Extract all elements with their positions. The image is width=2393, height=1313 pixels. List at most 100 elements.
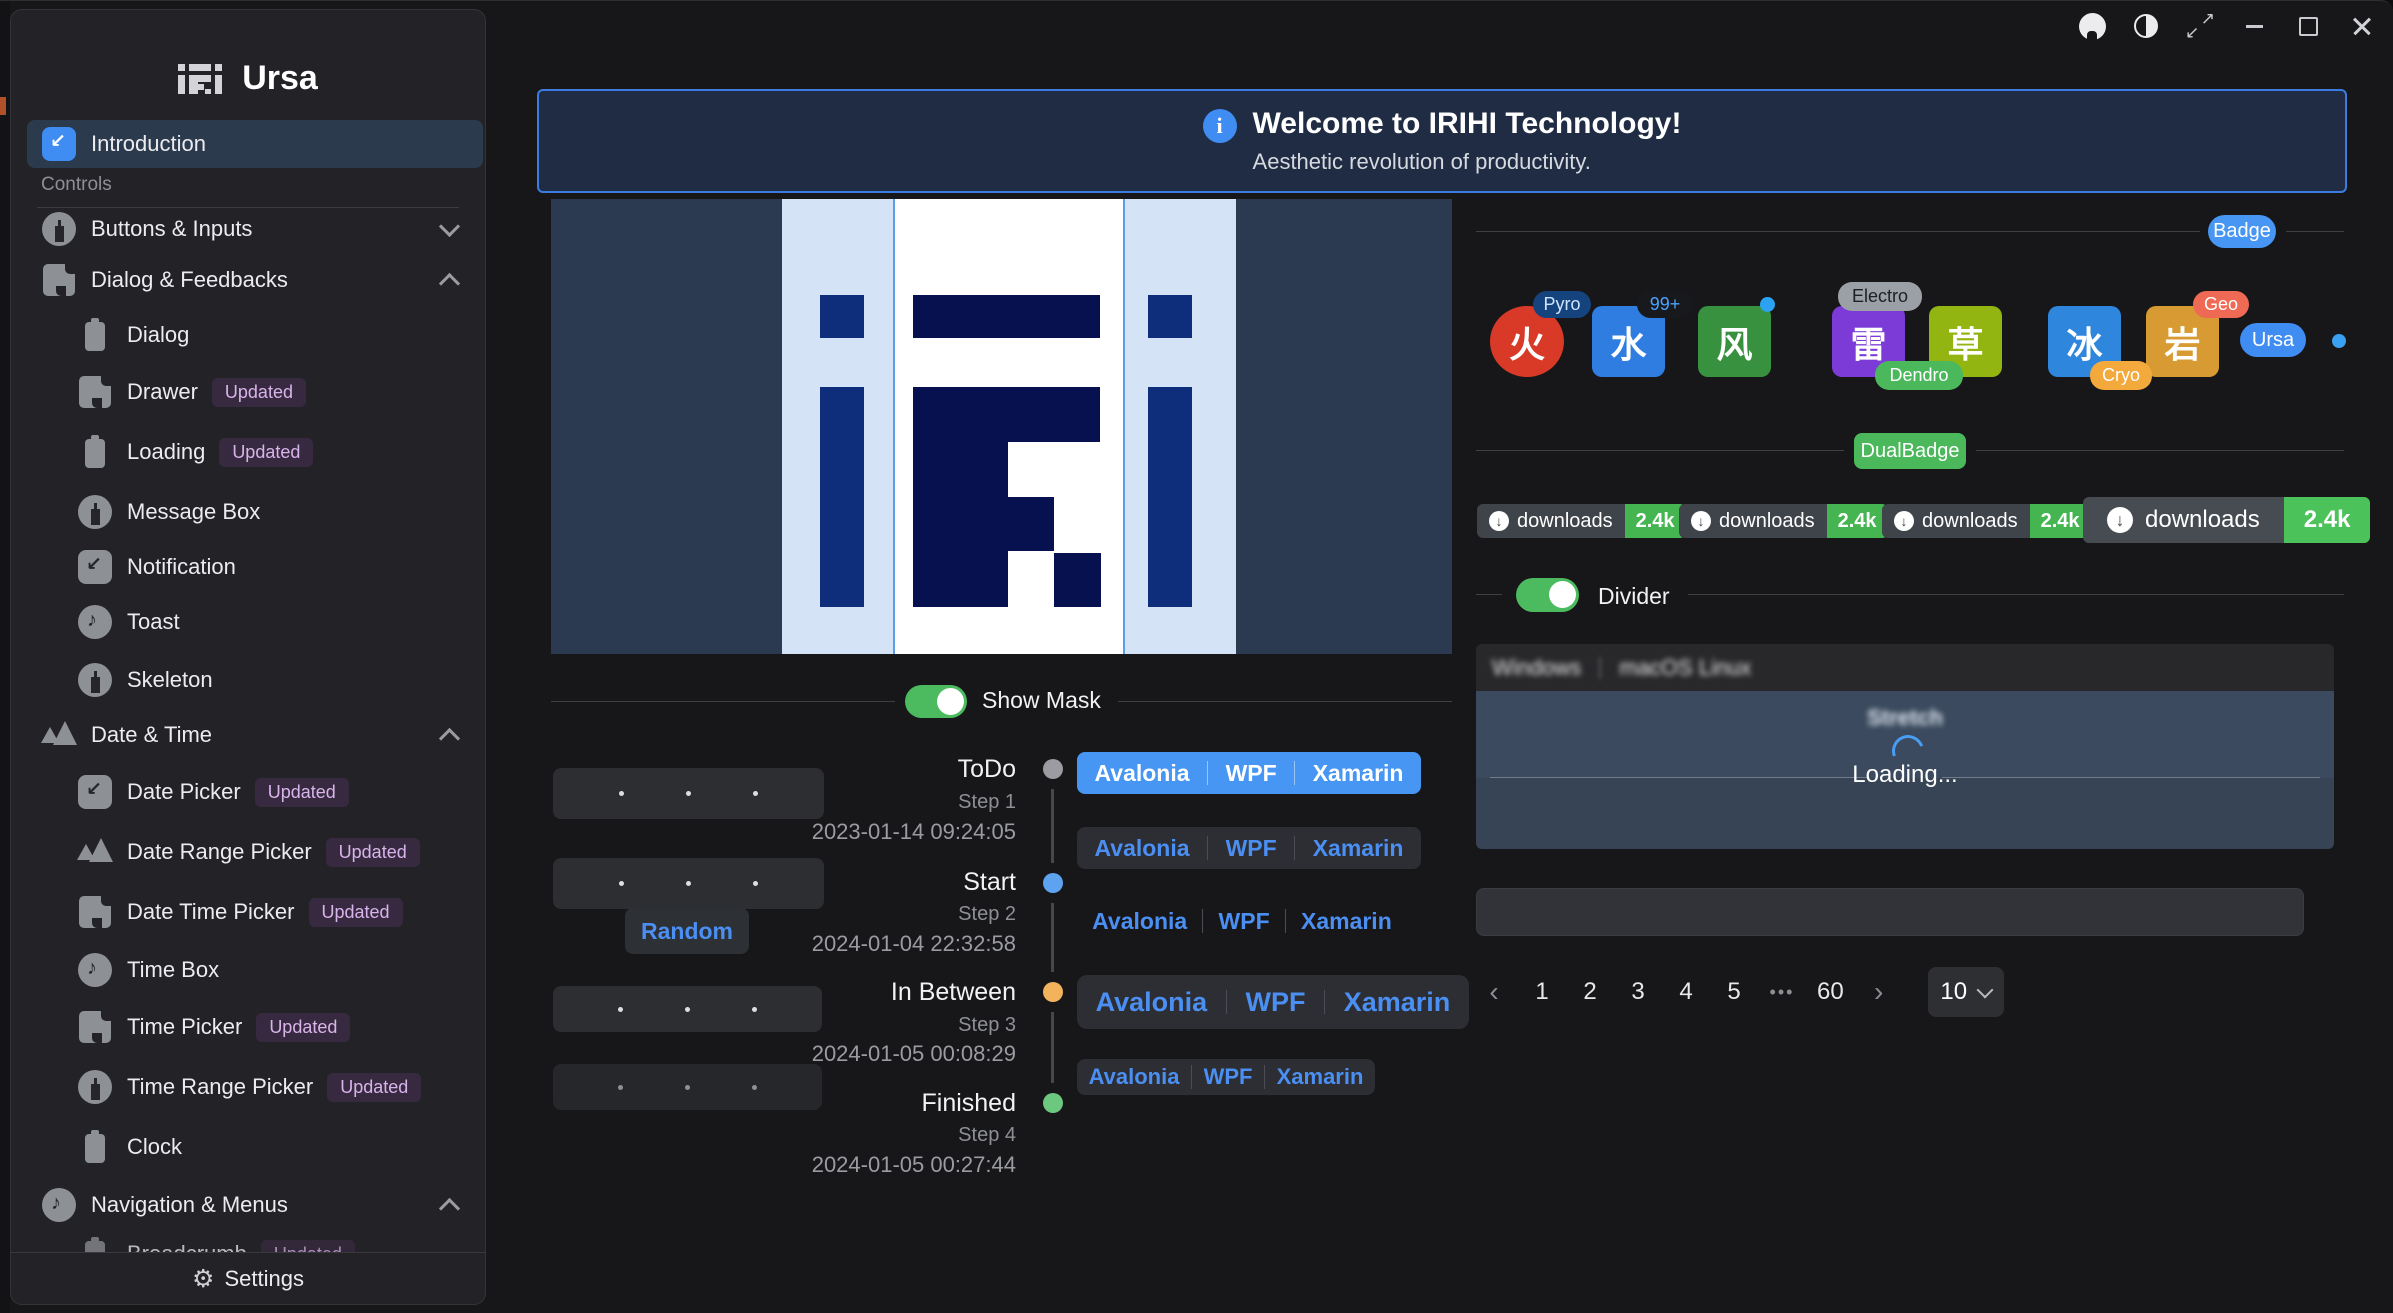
avalonia-button[interactable]: Avalonia: [1089, 1064, 1180, 1090]
clock-icon: [77, 1069, 113, 1105]
sidebar-item-drawer[interactable]: Drawer Updated: [27, 368, 486, 416]
divider-label: Divider: [1598, 583, 1670, 610]
chevron-down-icon: [439, 216, 460, 237]
loading-label: Loading...: [1476, 761, 2334, 789]
timeline-step-label: Step 3: [746, 1014, 1016, 1037]
banner-title: Welcome to IRIHI Technology!: [1253, 107, 1682, 141]
avalonia-button[interactable]: Avalonia: [1095, 835, 1190, 862]
introduction-icon: [41, 126, 77, 162]
wpf-button[interactable]: WPF: [1219, 908, 1270, 935]
theme-toggle-icon[interactable]: [2131, 11, 2161, 41]
close-icon[interactable]: [2347, 11, 2377, 41]
avalonia-button[interactable]: Avalonia: [1095, 760, 1190, 787]
sidebar-item-time-picker[interactable]: Time Picker Updated: [27, 1003, 486, 1051]
badge-section-label: Badge: [2208, 215, 2276, 248]
download-icon: ↓: [2107, 507, 2133, 533]
page-button-2[interactable]: 2: [1577, 978, 1603, 1006]
updated-badge: Updated: [309, 898, 403, 927]
timeline-step-label: Step 1: [746, 791, 1016, 814]
clock-icon: [41, 211, 77, 247]
app-title: Ursa: [242, 59, 318, 98]
avalonia-button[interactable]: Avalonia: [1092, 908, 1187, 935]
wpf-button[interactable]: WPF: [1226, 760, 1277, 787]
page-button-60[interactable]: 60: [1817, 978, 1844, 1006]
sidebar-item-time-range-picker[interactable]: Time Range Picker Updated: [27, 1063, 486, 1111]
xamarin-button[interactable]: Xamarin: [1301, 908, 1392, 935]
divider-line: [1476, 450, 1844, 451]
divider-toggle[interactable]: [1516, 578, 1579, 612]
xamarin-button[interactable]: Xamarin: [1277, 1064, 1364, 1090]
sidebar-item-dialog-feedbacks[interactable]: Dialog & Feedbacks: [27, 256, 483, 304]
floppy-icon: [77, 1009, 113, 1045]
github-icon[interactable]: [2077, 11, 2107, 41]
app-logo: Ursa: [11, 58, 485, 98]
sidebar-item-skeleton[interactable]: Skeleton: [27, 656, 486, 704]
page-button-3[interactable]: 3: [1625, 978, 1651, 1006]
sidebar-item-time-box[interactable]: Time Box: [27, 946, 486, 994]
next-page-button[interactable]: ›: [1866, 976, 1892, 1008]
sidebar-item-date-time[interactable]: Date & Time: [27, 711, 483, 759]
divider-line: [1476, 594, 1502, 595]
screen-edge-artifact: [0, 97, 6, 115]
loading-panel-tabs: Windows macOS Linux: [1476, 644, 2334, 691]
empty-input[interactable]: [1476, 888, 2304, 936]
ursa-app-window: Ursa Introduction Controls Buttons & Inp…: [0, 0, 2393, 1313]
download-icon: ↓: [1489, 511, 1509, 531]
sidebar-item-toast[interactable]: Toast: [27, 598, 486, 646]
minimize-icon[interactable]: [2239, 11, 2269, 41]
stretch-label: Stretch: [1476, 705, 2334, 731]
sidebar-item-clock[interactable]: Clock: [27, 1123, 486, 1171]
platform-button-group-solid: Avalonia WPF Xamarin: [1077, 752, 1421, 794]
timeline-step-label: Step 2: [746, 903, 1016, 926]
battery-icon: [77, 1129, 113, 1165]
sidebar-item-buttons-inputs[interactable]: Buttons & Inputs: [27, 205, 483, 253]
prev-page-button[interactable]: ‹: [1481, 976, 1507, 1008]
timeline-step-title: Start: [746, 868, 1016, 897]
xamarin-button[interactable]: Xamarin: [1313, 760, 1404, 787]
timeline-dot-todo: [1043, 759, 1063, 779]
sidebar-item-date-range-picker[interactable]: Date Range Picker Updated: [27, 828, 486, 876]
chevron-down-icon: [1977, 982, 1994, 999]
timeline-step-title: In Between: [746, 978, 1016, 1007]
page-button-5[interactable]: 5: [1721, 978, 1747, 1006]
music-note-icon: [77, 952, 113, 988]
sidebar-item-navigation-menus[interactable]: Navigation & Menus: [27, 1181, 483, 1229]
sidebar-item-date-time-picker[interactable]: Date Time Picker Updated: [27, 888, 486, 936]
sidebar-item-notification[interactable]: Notification: [27, 543, 486, 591]
fullscreen-icon[interactable]: ↗↙: [2185, 11, 2215, 41]
platform-button-group-ghost: Avalonia WPF Xamarin: [1077, 903, 1407, 939]
sidebar-item-loading[interactable]: Loading Updated: [27, 428, 486, 476]
sidebar-item-message-box[interactable]: Message Box: [27, 488, 486, 536]
sidebar-section-controls: Controls: [41, 174, 112, 196]
xamarin-button[interactable]: Xamarin: [1344, 987, 1451, 1018]
chevron-up-icon: [439, 728, 460, 749]
page-button-4[interactable]: 4: [1673, 978, 1699, 1006]
settings-button[interactable]: ⚙ Settings: [11, 1252, 485, 1305]
show-mask-toggle[interactable]: [905, 685, 967, 718]
xamarin-button[interactable]: Xamarin: [1313, 835, 1404, 862]
page-button-1[interactable]: 1: [1529, 978, 1555, 1006]
floppy-icon: [41, 262, 77, 298]
wpf-button[interactable]: WPF: [1245, 987, 1305, 1018]
timeline-dot-start: [1043, 873, 1063, 893]
show-mask-label: Show Mask: [982, 687, 1101, 714]
sidebar-item-date-picker[interactable]: Date Picker Updated: [27, 768, 486, 816]
platform-button-group-large: Avalonia WPF Xamarin: [1077, 975, 1469, 1029]
wpf-button[interactable]: WPF: [1204, 1064, 1253, 1090]
avalonia-button[interactable]: Avalonia: [1096, 987, 1208, 1018]
arrow-square-icon: [77, 549, 113, 585]
divider-line: [1976, 450, 2344, 451]
maximize-icon[interactable]: [2293, 11, 2323, 41]
page-size-dropdown[interactable]: 10: [1928, 967, 2004, 1017]
sidebar-item-introduction[interactable]: Introduction: [27, 120, 483, 168]
sidebar-item-dialog[interactable]: Dialog: [27, 311, 486, 359]
random-button[interactable]: Random: [625, 908, 749, 954]
tab-macos-linux[interactable]: macOS Linux: [1619, 655, 1751, 681]
downloads-dual-badge: ↓downloads 2.4k: [1882, 504, 2091, 538]
info-icon: i: [1203, 109, 1237, 143]
trees-icon: [77, 834, 113, 870]
timeline-step-title: Finished: [746, 1089, 1016, 1118]
wpf-button[interactable]: WPF: [1226, 835, 1277, 862]
tab-windows[interactable]: Windows: [1492, 655, 1581, 681]
sidebar: Ursa Introduction Controls Buttons & Inp…: [10, 9, 486, 1305]
